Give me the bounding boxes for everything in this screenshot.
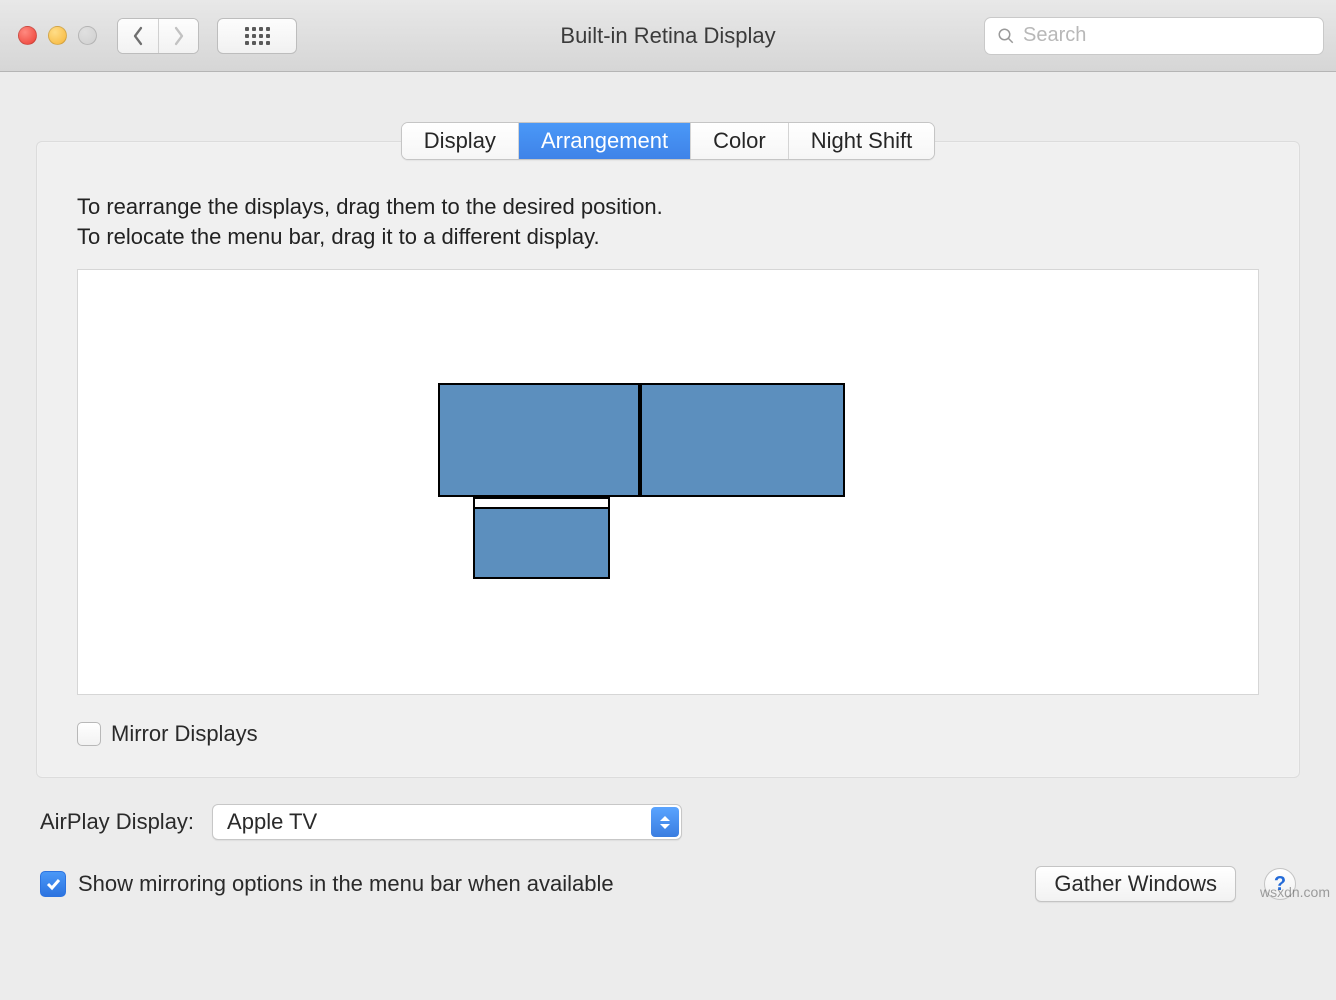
- window-controls: [18, 26, 97, 45]
- arrangement-panel: To rearrange the displays, drag them to …: [36, 141, 1300, 778]
- display-rect-2[interactable]: [640, 383, 845, 497]
- show-all-prefs-button[interactable]: [217, 18, 297, 54]
- chevron-right-icon: [173, 26, 185, 46]
- tab-display[interactable]: Display: [402, 123, 518, 159]
- show-mirroring-label: Show mirroring options in the menu bar w…: [78, 871, 614, 897]
- close-window-button[interactable]: [18, 26, 37, 45]
- checkmark-icon: [45, 876, 61, 892]
- arrangement-canvas[interactable]: [77, 269, 1259, 695]
- search-placeholder: Search: [1023, 24, 1086, 47]
- search-icon: [997, 27, 1015, 45]
- select-stepper-icon: [651, 807, 679, 837]
- back-button[interactable]: [118, 19, 158, 53]
- titlebar-toolbar: Built-in Retina Display Search: [0, 0, 1336, 72]
- chevron-left-icon: [132, 26, 144, 46]
- menu-bar-indicator[interactable]: [475, 499, 608, 509]
- display-rect-1[interactable]: [438, 383, 640, 497]
- zoom-window-button: [78, 26, 97, 45]
- tab-night-shift[interactable]: Night Shift: [788, 123, 935, 159]
- mirror-displays-row: Mirror Displays: [77, 721, 1259, 747]
- tab-color[interactable]: Color: [690, 123, 788, 159]
- search-field[interactable]: Search: [984, 17, 1324, 55]
- display-rect-primary[interactable]: [473, 497, 610, 579]
- tab-row: Display Arrangement Color Night Shift: [0, 122, 1336, 160]
- gather-windows-button[interactable]: Gather Windows: [1035, 866, 1236, 902]
- mirror-displays-checkbox[interactable]: [77, 722, 101, 746]
- footer-area: AirPlay Display: Apple TV Show mirroring…: [0, 778, 1336, 902]
- grid-icon: [245, 27, 270, 45]
- airplay-row: AirPlay Display: Apple TV: [40, 804, 1296, 840]
- tab-arrangement[interactable]: Arrangement: [518, 123, 690, 159]
- instructions-text: To rearrange the displays, drag them to …: [77, 192, 1259, 251]
- instruction-line-1: To rearrange the displays, drag them to …: [77, 194, 663, 219]
- airplay-selected-value: Apple TV: [227, 809, 317, 835]
- airplay-label: AirPlay Display:: [40, 809, 194, 835]
- forward-button: [158, 19, 198, 53]
- minimize-window-button[interactable]: [48, 26, 67, 45]
- watermark-text: wsxdn.com: [1260, 884, 1330, 900]
- mirror-displays-label: Mirror Displays: [111, 721, 258, 747]
- airplay-select[interactable]: Apple TV: [212, 804, 682, 840]
- bottom-row: Show mirroring options in the menu bar w…: [40, 866, 1296, 902]
- nav-buttons: [117, 18, 199, 54]
- instruction-line-2: To relocate the menu bar, drag it to a d…: [77, 222, 1259, 252]
- segmented-control: Display Arrangement Color Night Shift: [401, 122, 935, 160]
- show-mirroring-checkbox[interactable]: [40, 871, 66, 897]
